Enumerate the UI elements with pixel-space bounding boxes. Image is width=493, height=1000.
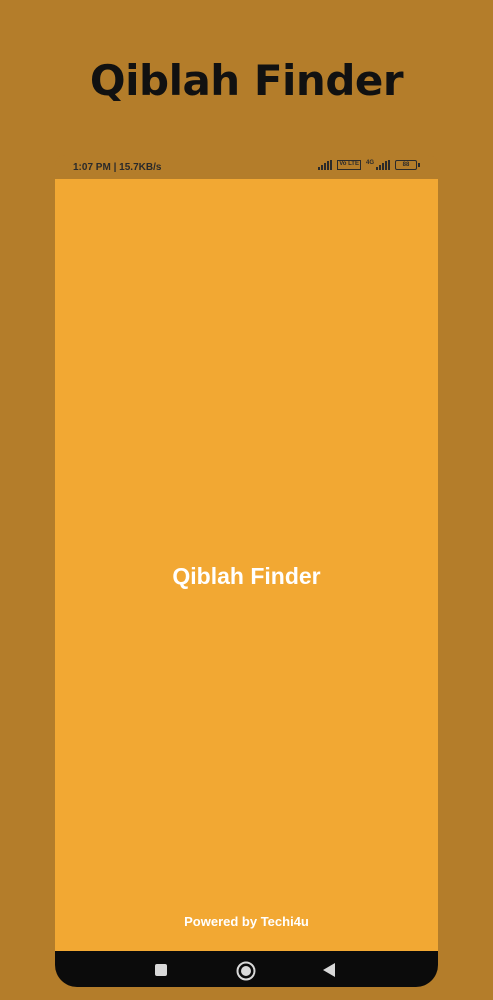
navigation-bar [55, 951, 438, 987]
square-icon [155, 964, 167, 976]
splash-screen: Qiblah Finder Powered by Techi4u [55, 179, 438, 951]
home-button[interactable] [236, 961, 256, 981]
circle-home-icon [236, 961, 256, 981]
signal-icon [318, 160, 333, 170]
promo-title: Qiblah Finder [89, 56, 404, 105]
battery-level: 88 [395, 160, 417, 170]
status-time: 1:07 PM [73, 162, 111, 173]
back-button[interactable] [321, 962, 337, 978]
triangle-back-icon [323, 963, 335, 977]
status-bar: 1:07 PM | 15.7KB/s Vo LTE 4G 88 [55, 155, 438, 179]
network-type-label: 4G [365, 160, 374, 166]
status-network-speed: 15.7KB/s [119, 162, 162, 173]
status-right: Vo LTE 4G 88 [318, 160, 420, 170]
phone-frame: 1:07 PM | 15.7KB/s Vo LTE 4G 88 Qiblah F… [55, 155, 438, 987]
volte-icon: Vo LTE [337, 160, 361, 170]
status-left: 1:07 PM | 15.7KB/s [73, 162, 161, 173]
battery-icon: 88 [395, 160, 420, 170]
powered-by-text: Powered by Techi4u [184, 914, 309, 929]
splash-title: Qiblah Finder [172, 563, 321, 589]
status-separator: | [113, 162, 117, 173]
recent-apps-button[interactable] [153, 962, 169, 978]
signal-icon-secondary [376, 160, 390, 170]
